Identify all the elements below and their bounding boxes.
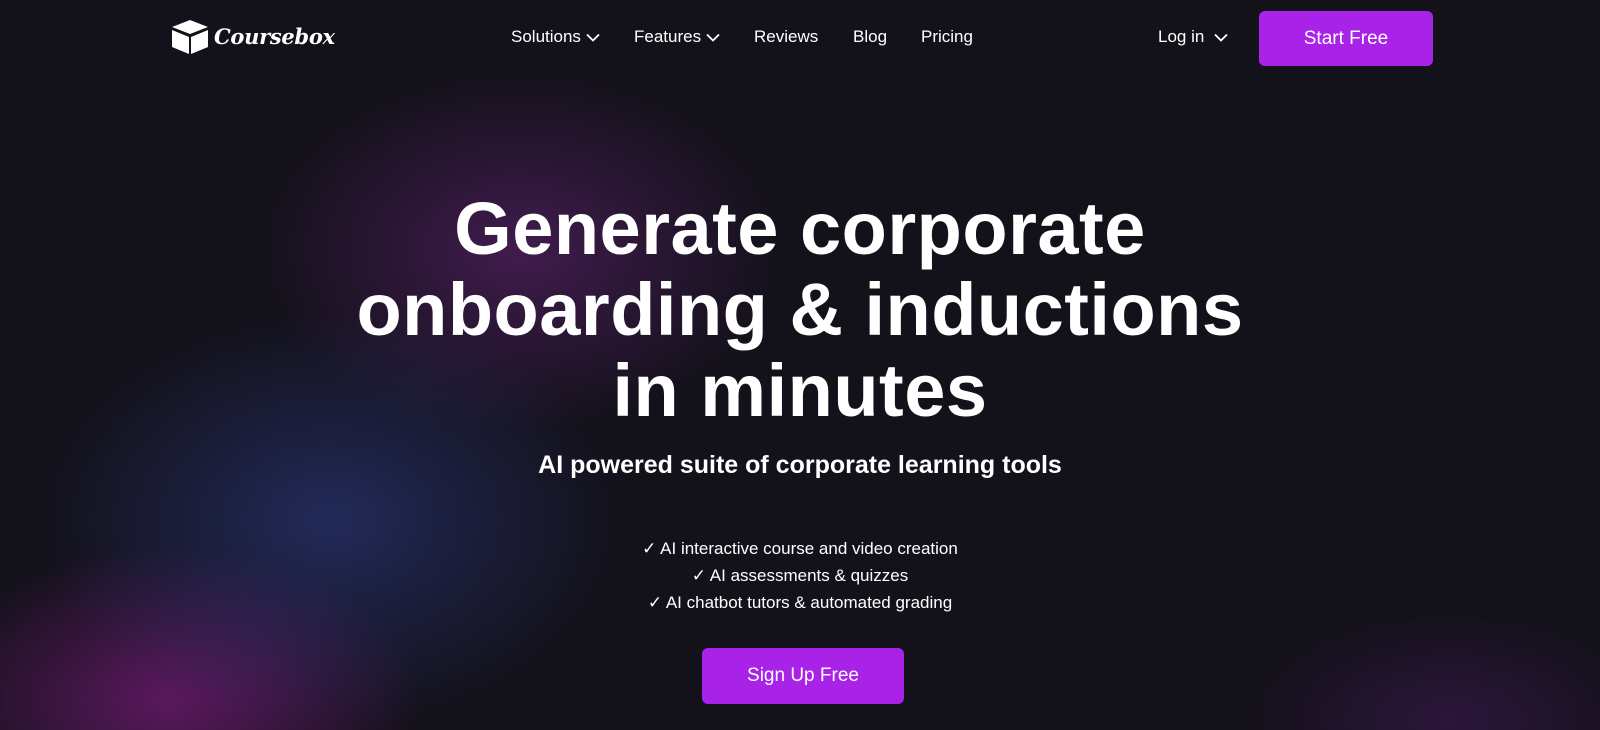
login-dropdown[interactable]: Log in	[1158, 27, 1228, 47]
chevron-down-icon	[586, 33, 600, 42]
sign-up-free-button[interactable]: Sign Up Free	[702, 648, 904, 704]
hero-title-line: onboarding & inductions	[356, 268, 1244, 351]
nav-features-label: Features	[634, 27, 702, 46]
feature-item: ✓ AI assessments & quizzes	[691, 566, 909, 585]
nav-reviews-label: Reviews	[754, 27, 819, 46]
nav-blog[interactable]: Blog	[853, 27, 887, 47]
top-navbar: Coursebox Solutions Features Reviews Blo…	[0, 0, 1600, 78]
nav-features[interactable]: Features	[634, 27, 720, 47]
nav-solutions-label: Solutions	[511, 27, 581, 46]
nav-pricing[interactable]: Pricing	[921, 27, 973, 47]
hero-title-line: Generate corporate	[454, 187, 1146, 270]
start-free-button[interactable]: Start Free	[1259, 11, 1433, 66]
chevron-down-icon	[1214, 33, 1228, 42]
hero-title: Generate corporate onboarding & inductio…	[0, 188, 1600, 431]
hero-title-line: in minutes	[612, 349, 988, 432]
feature-item: ✓ AI chatbot tutors & automated grading	[647, 593, 953, 612]
nav-blog-label: Blog	[853, 27, 888, 46]
feature-item: ✓ AI interactive course and video creati…	[642, 539, 958, 558]
hero-subtitle: AI powered suite of corporate learning t…	[538, 451, 1062, 479]
chevron-down-icon	[706, 33, 720, 42]
nav-solutions[interactable]: Solutions	[511, 27, 600, 47]
feature-list: ✓ AI interactive course and video creati…	[0, 535, 1600, 616]
nav-reviews[interactable]: Reviews	[754, 27, 818, 47]
login-label: Log in	[1158, 27, 1205, 46]
nav-pricing-label: Pricing	[921, 27, 973, 46]
